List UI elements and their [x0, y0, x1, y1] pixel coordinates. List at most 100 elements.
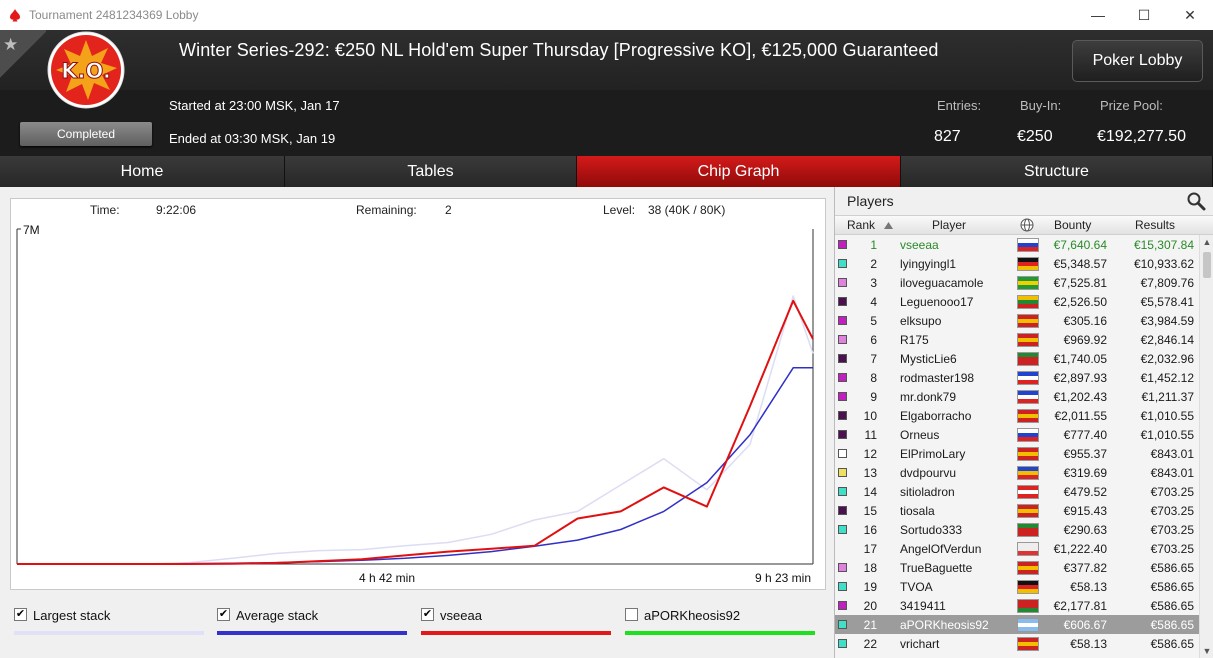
player-name: rodmaster198	[900, 371, 975, 385]
player-color-swatch	[838, 354, 847, 363]
player-color-swatch	[838, 487, 847, 496]
player-bounty: €1,222.40	[1053, 542, 1107, 556]
country-flag-icon	[1017, 333, 1039, 347]
player-name: vseeaa	[900, 238, 939, 252]
player-bounty: €915.43	[1063, 504, 1107, 518]
col-rank[interactable]: Rank	[847, 218, 875, 232]
series-average-stack-line	[17, 367, 813, 565]
legend-average-stack-swatch	[217, 631, 407, 635]
country-flag-icon	[1017, 599, 1039, 613]
player-row[interactable]: 5 elksupo €305.16 €3,984.59	[835, 311, 1199, 330]
scroll-down-arrow[interactable]: ▼	[1200, 644, 1213, 658]
maximize-button[interactable]: ☐	[1121, 0, 1167, 30]
players-scrollbar[interactable]: ▲ ▼	[1199, 235, 1213, 658]
player-color-swatch	[838, 525, 847, 534]
player-row[interactable]: 14 sitioladron €479.52 €703.25	[835, 482, 1199, 501]
player-result: €1,211.37	[1141, 390, 1195, 404]
player-result: €2,032.96	[1140, 352, 1194, 366]
star-icon: ★	[3, 35, 19, 54]
player-rank: 9	[870, 390, 877, 404]
player-row[interactable]: 1 vseeaa €7,640.64 €15,307.84	[835, 235, 1199, 254]
players-title: Players	[847, 193, 894, 209]
scroll-up-arrow[interactable]: ▲	[1200, 235, 1213, 249]
player-row[interactable]: 2 lyingyingl1 €5,348.57 €10,933.62	[835, 254, 1199, 273]
favorite-button[interactable]: ★	[0, 30, 46, 80]
close-button[interactable]: ✕	[1167, 0, 1213, 30]
player-row[interactable]: 15 tiosala €915.43 €703.25	[835, 501, 1199, 520]
player-color-swatch	[838, 639, 847, 648]
player-result: €586.65	[1150, 561, 1194, 575]
player-name: elksupo	[900, 314, 942, 328]
player-row[interactable]: 16 Sortudo333 €290.63 €703.25	[835, 520, 1199, 539]
player-row[interactable]: 6 R175 €969.92 €2,846.14	[835, 330, 1199, 349]
player-row[interactable]: 3 iloveguacamole €7,525.81 €7,809.76	[835, 273, 1199, 292]
tab-chip-graph[interactable]: Chip Graph	[577, 156, 901, 187]
player-row[interactable]: 9 mr.donk79 €1,202.43 €1,211.37	[835, 387, 1199, 406]
legend-average-stack-checkbox[interactable]: ✔	[217, 608, 230, 621]
country-flag-icon	[1017, 238, 1039, 252]
col-bounty[interactable]: Bounty	[1054, 218, 1091, 232]
player-name: vrichart	[900, 637, 940, 651]
legend-aporkheosis92-swatch	[625, 631, 815, 635]
player-bounty: €7,640.64	[1053, 238, 1107, 252]
entries-label: Entries:	[937, 98, 982, 113]
player-row[interactable]: 22 vrichart €58.13 €586.65	[835, 634, 1199, 653]
player-rank: 12	[863, 447, 877, 461]
player-rank: 7	[870, 352, 877, 366]
magnifier-icon[interactable]	[1186, 191, 1206, 211]
close-icon: ✕	[1184, 6, 1196, 23]
level-label: Level:	[603, 203, 636, 217]
player-result: €15,307.84	[1133, 238, 1194, 252]
country-flag-icon	[1017, 257, 1039, 271]
player-rank: 18	[863, 561, 877, 575]
col-results[interactable]: Results	[1135, 218, 1175, 232]
player-row[interactable]: 20 3419411 €2,177.81 €586.65	[835, 596, 1199, 615]
player-name: mr.donk79	[900, 390, 957, 404]
chart-legend: ✔ Largest stack ✔ Average stack ✔ vseeaa…	[0, 602, 834, 642]
poker-lobby-button[interactable]: Poker Lobby	[1072, 40, 1203, 82]
globe-icon[interactable]	[1020, 218, 1034, 232]
country-flag-icon	[1017, 295, 1039, 309]
player-row[interactable]: 7 MysticLie6 €1,740.05 €2,032.96	[835, 349, 1199, 368]
player-result: €586.65	[1150, 637, 1194, 651]
knockout-logo: K.O.	[47, 31, 125, 109]
player-color-swatch	[838, 430, 847, 439]
player-rank: 19	[863, 580, 877, 594]
country-flag-icon	[1017, 561, 1039, 575]
player-rank: 15	[863, 504, 877, 518]
player-name: aPORKheosis92	[900, 618, 989, 632]
tab-structure[interactable]: Structure	[901, 156, 1213, 187]
player-name: 3419411	[900, 599, 946, 613]
player-row[interactable]: 10 Elgaborracho €2,011.55 €1,010.55	[835, 406, 1199, 425]
x-tick-label-mid: 4 h 42 min	[359, 571, 415, 585]
tab-tables[interactable]: Tables	[285, 156, 577, 187]
legend-vseeaa-checkbox[interactable]: ✔	[421, 608, 434, 621]
tab-home[interactable]: Home	[0, 156, 285, 187]
legend-largest-stack-checkbox[interactable]: ✔	[14, 608, 27, 621]
player-result: €703.25	[1150, 485, 1194, 499]
end-time: Ended at 03:30 MSK, Jan 19	[169, 131, 336, 146]
country-flag-icon	[1017, 352, 1039, 366]
col-player[interactable]: Player	[932, 218, 966, 232]
player-row[interactable]: 13 dvdpourvu €319.69 €843.01	[835, 463, 1199, 482]
player-row[interactable]: 19 TVOA €58.13 €586.65	[835, 577, 1199, 596]
player-row[interactable]: 4 Leguenooo17 €2,526.50 €5,578.41	[835, 292, 1199, 311]
player-row[interactable]: 17 AngelOfVerdun €1,222.40 €703.25	[835, 539, 1199, 558]
player-bounty: €1,740.05	[1053, 352, 1107, 366]
legend-aporkheosis92-checkbox[interactable]	[625, 608, 638, 621]
scroll-thumb[interactable]	[1203, 252, 1211, 278]
player-result: €1,010.55	[1140, 409, 1194, 423]
buyin-value: €250	[1017, 128, 1053, 145]
player-row[interactable]: 8 rodmaster198 €2,897.93 €1,452.12	[835, 368, 1199, 387]
tournament-lobby-window: Tournament 2481234369 Lobby — ☐ ✕ ★ K.O.…	[0, 0, 1213, 658]
player-row[interactable]: 21 aPORKheosis92 €606.67 €586.65	[835, 615, 1199, 634]
minimize-button[interactable]: —	[1075, 0, 1121, 30]
start-time: Started at 23:00 MSK, Jan 17	[169, 98, 340, 113]
player-row[interactable]: 18 TrueBaguette €377.82 €586.65	[835, 558, 1199, 577]
player-result: €2,846.14	[1140, 333, 1194, 347]
player-bounty: €955.37	[1063, 447, 1107, 461]
player-result: €1,010.55	[1140, 428, 1194, 442]
player-row[interactable]: 12 ElPrimoLary €955.37 €843.01	[835, 444, 1199, 463]
player-color-swatch	[838, 297, 847, 306]
player-row[interactable]: 11 Orneus €777.40 €1,010.55	[835, 425, 1199, 444]
